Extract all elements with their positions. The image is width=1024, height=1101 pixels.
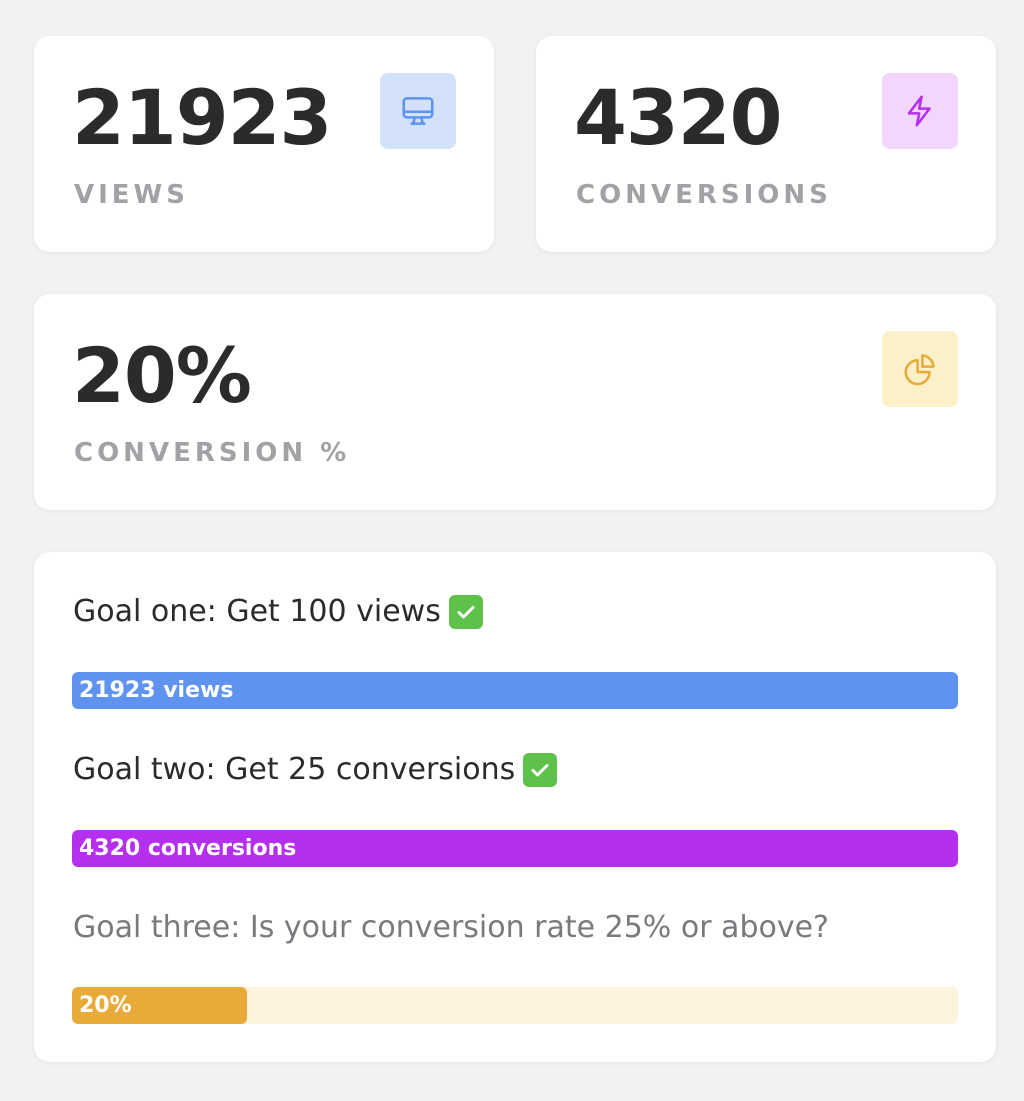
lightning-icon [882,73,958,149]
goal-three-bar-label: 20% [79,993,132,1018]
monitor-icon [380,73,456,149]
goal-two-progress-bar: 4320 conversions [72,830,958,867]
conversion-rate-stat-card: 20% CONVERSION % [34,294,996,510]
goals-card: Goal one: Get 100 views 21923 views Goal… [34,552,996,1062]
goal-one-progress-fill: 21923 views [72,672,958,709]
goal-three-text: Goal three: Is your conversion rate 25% … [73,910,829,945]
views-value: 21923 [72,73,332,162]
views-label: VIEWS [74,180,189,210]
views-stat-card: 21923 VIEWS [34,36,494,252]
conversions-stat-card: 4320 CONVERSIONS [536,36,996,252]
goal-two-progress-fill: 4320 conversions [72,830,958,867]
check-mark-icon [523,753,558,787]
conversion-rate-value: 20% [72,331,252,420]
goal-two-title: Goal two: Get 25 conversions [73,752,558,788]
check-mark-icon [448,595,483,629]
goal-three-title: Goal three: Is your conversion rate 25% … [73,910,829,946]
goal-one-bar-label: 21923 views [79,678,234,703]
pie-chart-icon [882,331,958,407]
goal-two-bar-label: 4320 conversions [79,836,297,861]
conversion-rate-label: CONVERSION % [74,438,351,468]
goal-one-title: Goal one: Get 100 views [73,594,483,630]
goal-two-text: Goal two: Get 25 conversions [73,752,516,787]
goal-one-text: Goal one: Get 100 views [73,594,441,629]
conversions-label: CONVERSIONS [576,180,832,210]
goal-three-progress-bar: 20% [72,987,958,1024]
goal-one-progress-bar: 21923 views [72,672,958,709]
goal-three-progress-fill: 20% [72,987,247,1024]
conversions-value: 4320 [574,73,783,162]
